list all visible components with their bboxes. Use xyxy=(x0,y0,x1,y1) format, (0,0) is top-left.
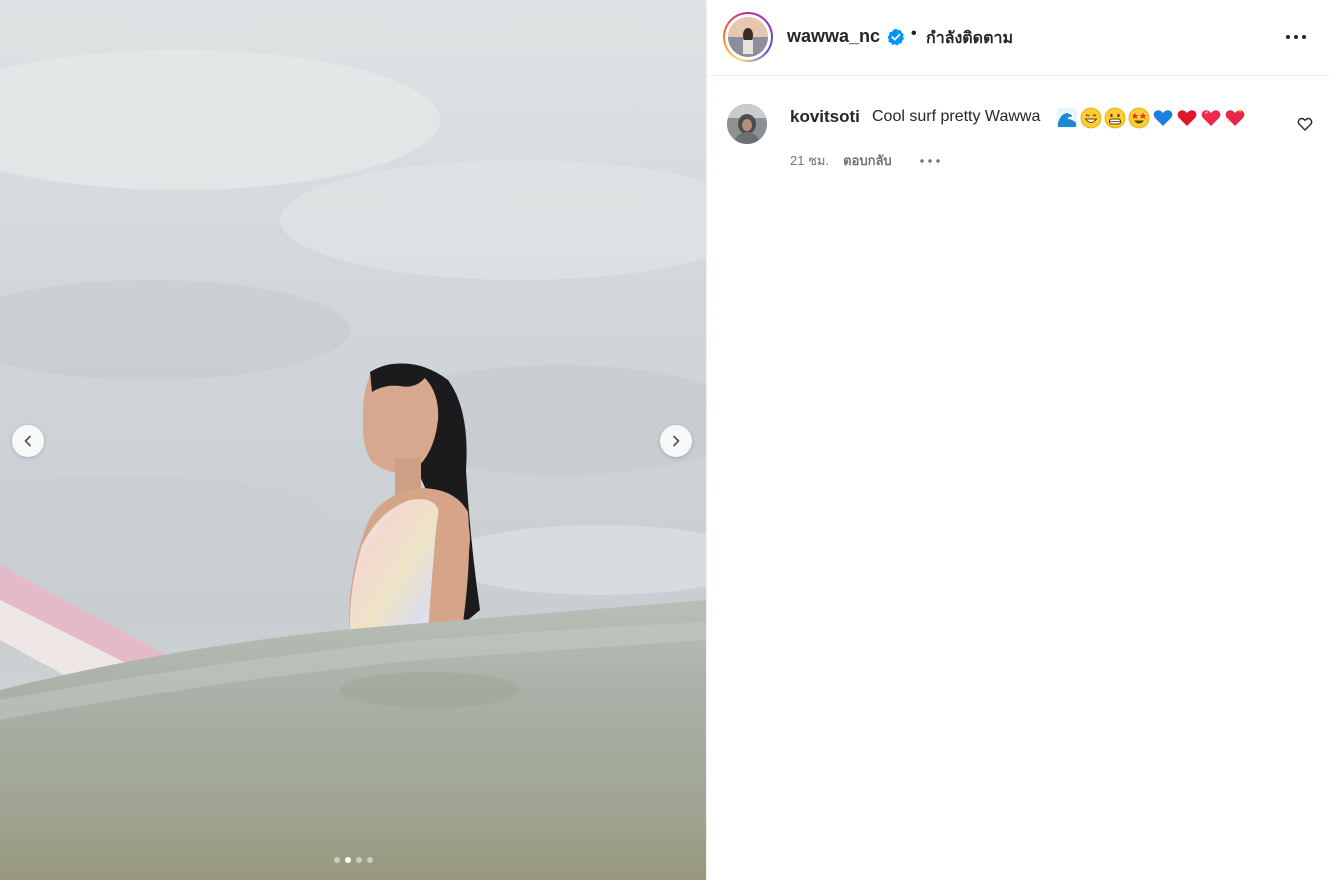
surfer-photo xyxy=(0,0,706,880)
chevron-right-icon xyxy=(673,435,680,447)
beaming-face-icon xyxy=(1080,107,1102,129)
carousel-indicator xyxy=(0,857,706,863)
post-details-panel: wawwa_nc • กำลังติดตาม kovitsoti Cool su… xyxy=(706,0,1330,880)
post-header: wawwa_nc • กำลังติดตาม xyxy=(707,0,1329,76)
next-slide-button[interactable] xyxy=(660,425,692,457)
comment-text: Cool surf pretty Wawwa xyxy=(872,108,1041,125)
comment-meta: 21 ชม. ตอบกลับ xyxy=(790,150,940,171)
commenter-username[interactable]: kovitsoti xyxy=(790,107,860,127)
post-media[interactable] xyxy=(0,0,706,880)
red-heart-icon xyxy=(1201,110,1221,126)
following-button[interactable]: กำลังติดตาม xyxy=(926,26,1013,51)
separator-dot: • xyxy=(911,25,917,42)
comment-timestamp: 21 ชม. xyxy=(790,153,830,168)
carousel-dot xyxy=(333,857,340,863)
more-horizontal-icon xyxy=(1286,35,1306,39)
previous-slide-button[interactable] xyxy=(12,425,44,457)
story-ring[interactable] xyxy=(723,12,773,62)
commenter-avatar[interactable] xyxy=(727,104,767,144)
chevron-left-icon xyxy=(24,435,31,447)
post-modal: wawwa_nc • กำลังติดตาม kovitsoti Cool su… xyxy=(0,0,1330,880)
more-horizontal-icon xyxy=(919,158,940,163)
comment-item: kovitsoti Cool surf pretty Wawwa 21 ชม. … xyxy=(727,100,1317,180)
grinning-squinting-face-icon xyxy=(1104,107,1126,129)
verified-badge-icon xyxy=(887,28,904,46)
water-wave-icon xyxy=(1057,108,1077,128)
comment-emojis xyxy=(1056,107,1246,129)
reply-button[interactable]: ตอบกลับ xyxy=(843,150,892,171)
heart-outline-icon[interactable] xyxy=(1297,116,1313,132)
carousel-dot xyxy=(355,857,362,863)
red-heart-icon xyxy=(1177,110,1197,126)
avatar xyxy=(728,17,768,57)
star-struck-icon xyxy=(1128,107,1150,129)
carousel-dot xyxy=(366,857,373,863)
sparkling-heart-icon xyxy=(1225,108,1245,126)
comment-options-button[interactable] xyxy=(919,158,940,163)
more-options-button[interactable] xyxy=(1281,24,1311,50)
blue-heart-icon xyxy=(1153,110,1173,126)
carousel-dot-active xyxy=(344,857,351,863)
post-author-username[interactable]: wawwa_nc xyxy=(787,26,880,47)
